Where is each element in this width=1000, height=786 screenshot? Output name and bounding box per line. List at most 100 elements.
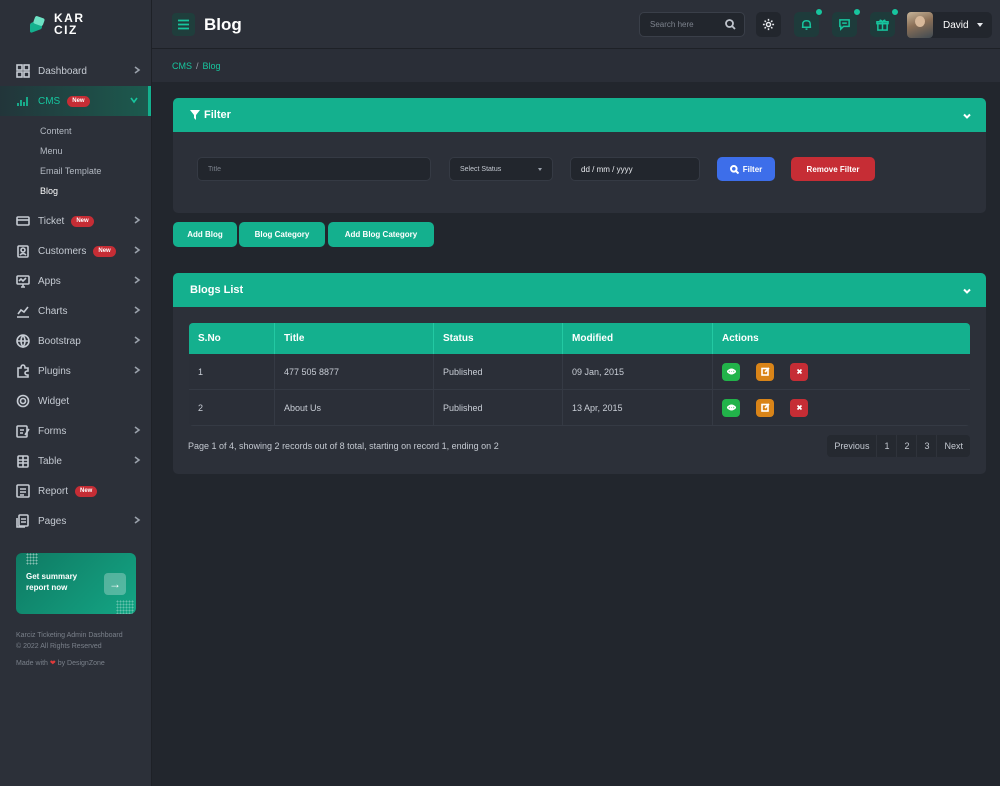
search-box[interactable] xyxy=(639,12,745,37)
chevron-right-icon xyxy=(132,65,142,75)
sidebar-item-dashboard[interactable]: Dashboard xyxy=(0,56,151,86)
add-blog-button[interactable]: Add Blog xyxy=(173,222,237,247)
cell-title: About Us xyxy=(275,390,434,425)
sidebar-nav: Dashboard CMS New Content Menu Email Tem… xyxy=(0,56,151,536)
chevron-down-icon[interactable] xyxy=(963,286,971,294)
next-page-button[interactable]: Next xyxy=(937,435,970,457)
view-button[interactable] xyxy=(722,362,740,381)
page-button-3[interactable]: 3 xyxy=(917,435,938,457)
new-badge: New xyxy=(93,245,116,257)
promo-text: Get summary report now xyxy=(26,572,78,592)
search-icon[interactable] xyxy=(725,19,736,30)
filter-button[interactable]: Filter xyxy=(717,157,775,181)
menu-toggle-button[interactable] xyxy=(172,13,195,36)
blogs-list-title: Blogs List xyxy=(190,284,244,296)
new-badge: New xyxy=(67,95,90,107)
gifts-button[interactable] xyxy=(870,8,899,37)
edit-button[interactable] xyxy=(756,398,774,417)
line-chart-icon xyxy=(16,304,30,318)
globe-icon xyxy=(16,334,30,348)
summary-report-promo[interactable]: Get summary report now → xyxy=(16,553,136,614)
date-value: dd / mm / yyyy xyxy=(581,164,633,174)
delete-button[interactable] xyxy=(790,398,808,417)
sidebar-item-pages[interactable]: Pages xyxy=(0,506,151,536)
chevron-right-icon xyxy=(132,305,142,315)
page-button-2[interactable]: 2 xyxy=(897,435,918,457)
sidebar-item-plugins[interactable]: Plugins xyxy=(0,356,151,386)
sidebar: KAR CIZ Dashboard CMS New Content Menu E… xyxy=(0,0,152,786)
contact-card-icon xyxy=(16,244,30,258)
status-select[interactable]: Select Status xyxy=(449,157,553,181)
search-input[interactable] xyxy=(650,20,720,29)
view-button[interactable] xyxy=(722,398,740,417)
sidebar-item-apps[interactable]: Apps xyxy=(0,266,151,296)
hamburger-icon xyxy=(178,19,189,30)
chevron-down-icon[interactable] xyxy=(963,111,971,119)
submenu-item-blog[interactable]: Blog xyxy=(40,181,151,201)
form-edit-icon xyxy=(16,424,30,438)
dot-pattern xyxy=(116,600,134,614)
bell-icon xyxy=(801,20,812,30)
gift-icon xyxy=(876,19,889,31)
logo-icon xyxy=(30,15,46,34)
report-icon xyxy=(16,484,30,498)
title-field[interactable] xyxy=(197,157,431,181)
title-input[interactable] xyxy=(208,165,430,173)
sidebar-item-widget[interactable]: Widget xyxy=(0,386,151,416)
edit-button[interactable] xyxy=(756,362,774,381)
table-row: 2 About Us Published 13 Apr, 2015 xyxy=(189,390,970,426)
sidebar-item-cms[interactable]: CMS New xyxy=(0,86,151,116)
cell-actions xyxy=(713,390,970,425)
column-header[interactable]: Status xyxy=(434,323,563,354)
chevron-right-icon xyxy=(132,515,142,525)
sidebar-item-report[interactable]: Report New xyxy=(0,476,151,506)
caret-down-icon xyxy=(976,23,983,27)
user-name: David xyxy=(943,19,969,31)
breadcrumb-link-cms[interactable]: CMS xyxy=(172,61,192,71)
sidebar-item-customers[interactable]: Customers New xyxy=(0,236,151,266)
notification-dot xyxy=(891,8,899,16)
column-header[interactable]: Title xyxy=(275,323,434,354)
sidebar-item-bootstrap[interactable]: Bootstrap xyxy=(0,326,151,356)
previous-page-button[interactable]: Previous xyxy=(827,435,878,457)
filter-icon xyxy=(190,110,200,120)
filter-card-header[interactable]: Filter xyxy=(173,98,986,132)
sidebar-item-charts[interactable]: Charts xyxy=(0,296,151,326)
arrow-right-icon[interactable]: → xyxy=(104,573,126,595)
logo-text: KAR CIZ xyxy=(54,11,85,37)
logo[interactable]: KAR CIZ xyxy=(0,0,151,48)
page-button-1[interactable]: 1 xyxy=(877,435,898,457)
chat-icon xyxy=(839,19,850,31)
eye-icon xyxy=(726,404,736,411)
chevron-down-icon xyxy=(129,95,139,105)
sidebar-item-label: Report xyxy=(38,485,69,497)
filter-card: Filter Select Status dd / mm / yyyy Filt… xyxy=(173,98,986,213)
remove-filter-button[interactable]: Remove Filter xyxy=(791,157,875,181)
user-menu[interactable]: David xyxy=(907,12,992,38)
messages-button[interactable] xyxy=(832,8,861,37)
notifications-button[interactable] xyxy=(794,8,823,37)
breadcrumb-current: Blog xyxy=(202,61,221,71)
column-header[interactable]: Modified xyxy=(563,323,713,354)
blog-category-button[interactable]: Blog Category xyxy=(239,222,325,247)
sidebar-footer: Karciz Ticketing Admin Dashboard © 2022 … xyxy=(16,630,123,669)
blogs-list-header[interactable]: Blogs List xyxy=(173,273,986,307)
delete-button[interactable] xyxy=(790,362,808,381)
heart-icon: ❤ xyxy=(49,660,56,667)
column-header[interactable]: S.No xyxy=(189,323,275,354)
date-field[interactable]: dd / mm / yyyy xyxy=(570,157,700,181)
settings-button[interactable] xyxy=(756,12,781,37)
table-icon xyxy=(16,454,30,468)
sidebar-item-table[interactable]: Table xyxy=(0,446,151,476)
add-blog-category-button[interactable]: Add Blog Category xyxy=(328,222,434,247)
new-badge: New xyxy=(75,485,98,497)
table-header: S.No Title Status Modified Actions xyxy=(189,323,970,354)
submenu-item-menu[interactable]: Menu xyxy=(40,141,151,161)
sidebar-item-label: Pages xyxy=(38,515,67,527)
cell-status: Published xyxy=(434,354,563,389)
submenu-item-content[interactable]: Content xyxy=(40,121,151,141)
sidebar-item-forms[interactable]: Forms xyxy=(0,416,151,446)
column-header: Actions xyxy=(722,333,759,344)
sidebar-item-ticket[interactable]: Ticket New xyxy=(0,206,151,236)
submenu-item-email-template[interactable]: Email Template xyxy=(40,161,151,181)
